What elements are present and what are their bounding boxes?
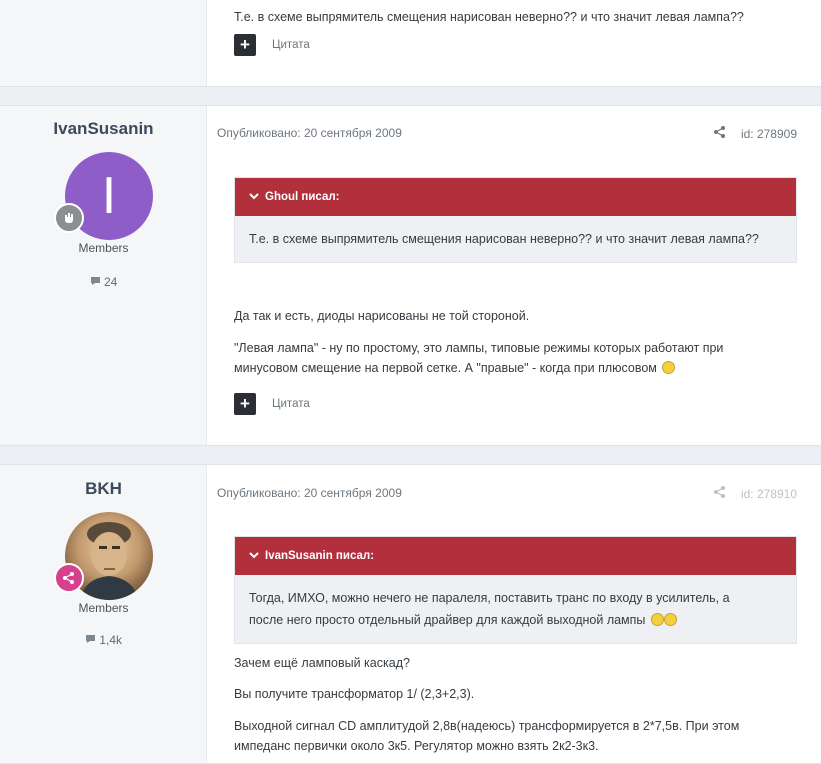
quote-header[interactable]: Ghoul писал: <box>235 178 796 216</box>
quote-author: IvanSusanin писал: <box>265 550 375 562</box>
post-meta: id: 278909 <box>713 126 797 141</box>
quote-text-line: после него просто отдельный драйвер для … <box>249 613 646 627</box>
share-icon[interactable] <box>713 486 725 501</box>
quote-text: Тогда, ИМХО, можно нечего не паралеля, п… <box>235 575 796 643</box>
post-text: Зачем ещё ламповый каскад? <box>234 656 410 670</box>
post-text-line: минусовом смещение на первой сетке. А "п… <box>234 361 657 375</box>
chevron-down-icon[interactable] <box>249 537 259 575</box>
multiquote-button[interactable]: + <box>234 393 256 415</box>
smiley-icon <box>663 613 677 626</box>
comment-icon <box>90 275 101 289</box>
quote-button[interactable]: Цитата <box>272 39 310 51</box>
quote-block: IvanSusanin писал: Тогда, ИМХО, можно не… <box>234 536 797 644</box>
post-text: Вы получите трансформатор 1/ (2,3+2,3). <box>234 687 475 701</box>
post-text-line: "Левая лампа" - ну по простому, это ламп… <box>234 341 724 355</box>
forum-post: IvanSusanin I Members 24 Опубликовано: 2… <box>0 105 821 446</box>
smiley-icon <box>650 613 664 626</box>
chevron-down-icon[interactable] <box>249 178 259 216</box>
comment-icon <box>85 633 96 647</box>
post-id[interactable]: id: 278909 <box>741 127 797 141</box>
rank-badge-icon <box>54 203 84 233</box>
post-meta: id: 278910 <box>713 486 797 501</box>
forum-post: BKH Members 1,4k Опубликовано: 20 сентяб… <box>0 464 821 764</box>
quote-header[interactable]: IvanSusanin писал: <box>235 537 796 575</box>
multiquote-button[interactable]: + <box>234 34 256 56</box>
share-icon[interactable] <box>713 126 725 141</box>
member-group: Members <box>78 241 129 255</box>
post-text-line: Выходной сигнал CD амплитудой 2,8в(надею… <box>234 719 740 733</box>
post-text-line: импеданс первички около 3к5. Регулятор м… <box>234 739 599 753</box>
post-count-value: 1,4k <box>99 633 123 647</box>
smiley-icon <box>662 361 676 374</box>
rank-badge-icon <box>54 563 84 593</box>
member-group: Members <box>78 601 129 615</box>
quote-text-line: Тогда, ИМХО, можно нечего не паралеля, п… <box>249 591 730 605</box>
post-text: "Левая лампа" - ну по простому, это ламп… <box>234 338 794 378</box>
post-count: 1,4k <box>0 633 207 647</box>
author-column <box>0 0 207 86</box>
quote-author: Ghoul писал: <box>265 191 340 203</box>
author-name[interactable]: BKH <box>0 479 207 499</box>
post-date[interactable]: Опубликовано: 20 сентября 2009 <box>217 486 402 500</box>
post-text: Выходной сигнал CD амплитудой 2,8в(надею… <box>234 716 794 756</box>
author-column: IvanSusanin I Members 24 <box>0 106 207 445</box>
post-count-value: 24 <box>103 275 118 289</box>
forum-post: Т.е. в схеме выпрямитель смещения нарисо… <box>0 0 821 87</box>
quote-text: Т.е. в схеме выпрямитель смещения нарисо… <box>249 232 759 246</box>
post-text: Да так и есть, диоды нарисованы не той с… <box>234 309 530 323</box>
post-count: 24 <box>0 275 207 289</box>
author-column: BKH Members 1,4k <box>0 465 207 763</box>
post-id[interactable]: id: 278910 <box>741 487 797 501</box>
quote-block: Ghoul писал: Т.е. в схеме выпрямитель см… <box>234 177 797 263</box>
post-text: Т.е. в схеме выпрямитель смещения нарисо… <box>234 10 744 24</box>
author-name[interactable]: IvanSusanin <box>0 119 207 139</box>
post-date[interactable]: Опубликовано: 20 сентября 2009 <box>217 126 402 140</box>
quote-button[interactable]: Цитата <box>272 398 310 410</box>
